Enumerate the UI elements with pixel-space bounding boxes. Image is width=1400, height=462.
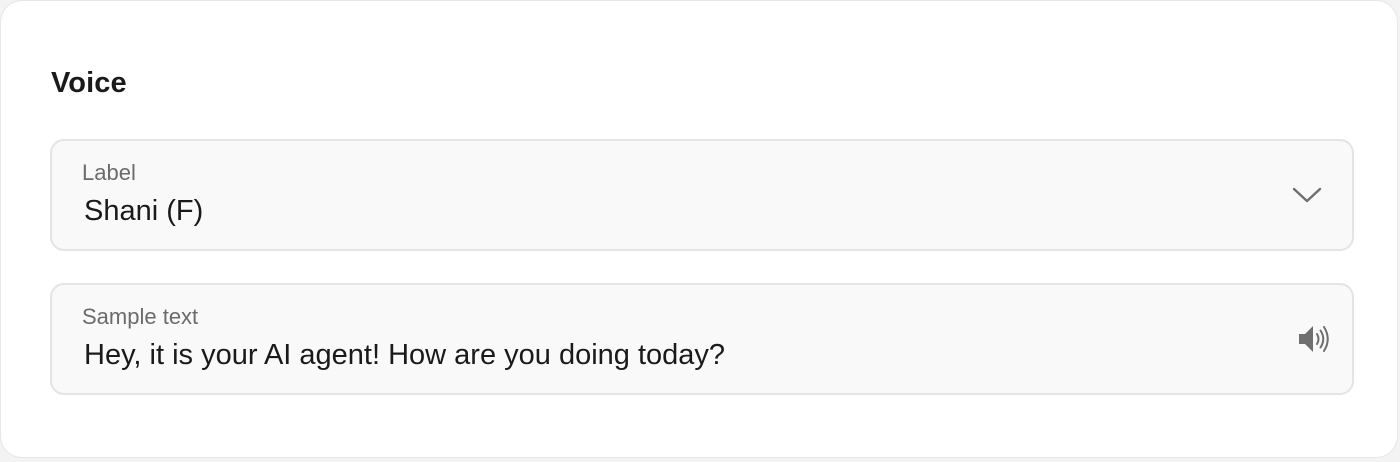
- voice-select-value: Shani (F): [84, 195, 204, 227]
- section-title: Voice: [51, 67, 127, 99]
- sample-text-value[interactable]: Hey, it is your AI agent! How are you do…: [84, 339, 725, 372]
- voice-select[interactable]: Label Shani (F): [50, 139, 1354, 251]
- sample-text-field[interactable]: Sample text Hey, it is your AI agent! Ho…: [50, 283, 1354, 395]
- chevron-down-icon[interactable]: [1292, 186, 1322, 204]
- sample-text-label: Sample text: [82, 304, 199, 329]
- speaker-icon[interactable]: [1296, 322, 1332, 356]
- voice-settings-card: Voice Label Shani (F) Sample text Hey, i…: [0, 0, 1398, 458]
- voice-select-label: Label: [82, 160, 136, 185]
